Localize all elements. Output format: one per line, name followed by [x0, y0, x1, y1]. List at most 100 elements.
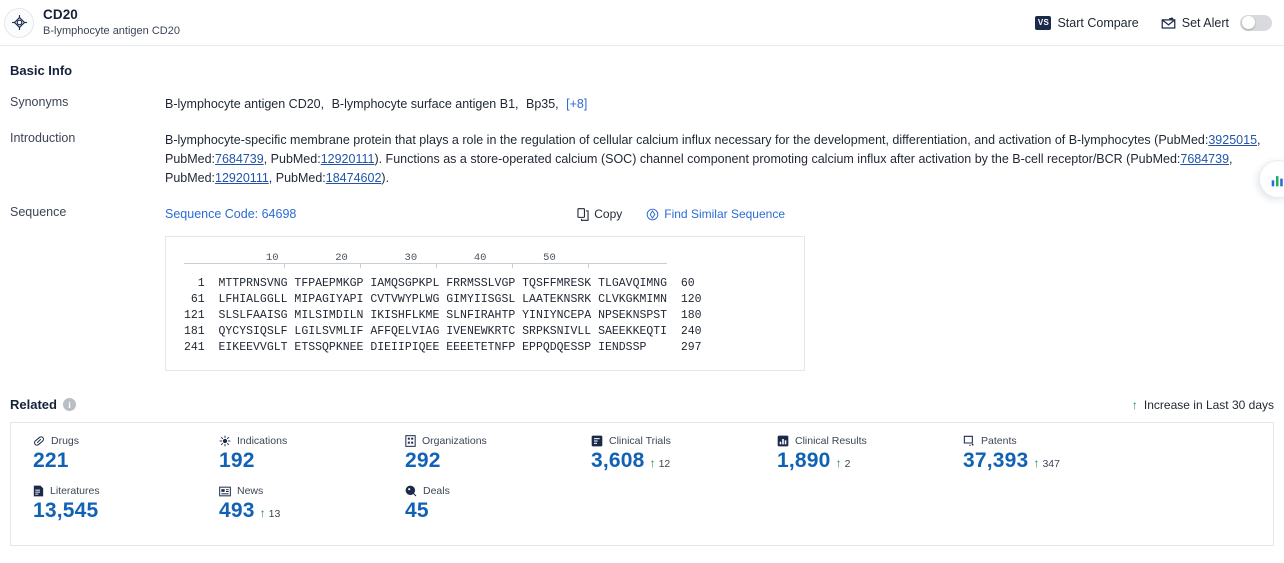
metric-label: Indications [237, 435, 288, 447]
metric-label: Clinical Results [795, 435, 867, 447]
metric-value[interactable]: 493 [219, 499, 255, 523]
metric-card-indications[interactable]: Indications 192 [197, 435, 383, 473]
ruler-tick [435, 263, 437, 268]
metric-label: Organizations [422, 435, 487, 447]
sequence-code-link[interactable]: Sequence Code: 64698 [165, 205, 296, 224]
metric-value[interactable]: 37,393 [963, 449, 1028, 473]
metric-head: News [219, 485, 383, 497]
literature-icon [33, 485, 44, 497]
sequence-row: 61 LFHIALGGLL MIPAGIYAPI CVTVWYPLWG GIMY… [184, 293, 702, 306]
sequence-row: 1 MTTPRNSVNG TFPAEPMKGP IAMQSGPKPL FRRMS… [184, 277, 695, 290]
ruler-tick [359, 263, 361, 268]
pubmed-link[interactable]: 12920111 [215, 171, 269, 185]
metric-delta: ↑ 12 [650, 456, 671, 470]
virus-icon [219, 435, 231, 447]
pubmed-link[interactable]: 3925015 [1208, 133, 1257, 147]
building-icon [405, 435, 416, 447]
metric-card-drugs[interactable]: Drugs 221 [11, 435, 197, 473]
related-metrics-card: Drugs 221 Indications 192 Organizations 292 Cl… [10, 422, 1274, 546]
metric-head: Patents [963, 435, 1127, 447]
metric-value-row: 13,545 [33, 499, 197, 523]
metric-label: News [237, 485, 264, 497]
metric-card-clinical-results[interactable]: Clinical Results 1,890 ↑ 2 [755, 435, 941, 473]
metric-card-literatures[interactable]: Literatures 13,545 [11, 485, 197, 523]
metric-value[interactable]: 45 [405, 499, 429, 523]
alert-bell-icon [1161, 16, 1176, 30]
synonym-item: B-lymphocyte antigen CD20, [165, 97, 325, 111]
toggle-knob [1241, 16, 1255, 29]
app-header: CD20 B-lymphocyte antigen CD20 VS Start … [0, 0, 1284, 46]
set-alert-button[interactable]: Set Alert [1161, 14, 1272, 31]
metric-card-deals[interactable]: Deals 45 [383, 485, 569, 523]
introduction-row: Introduction B-lymphocyte-specific membr… [10, 131, 1274, 188]
metric-value[interactable]: 13,545 [33, 499, 98, 523]
target-icon [4, 7, 34, 38]
clinical-result-icon [777, 435, 789, 447]
introduction-label: Introduction [10, 131, 76, 145]
pubmed-link[interactable]: 12920111 [321, 152, 375, 166]
arrow-up-icon: ↑ [259, 506, 266, 520]
metric-delta-value: 2 [844, 458, 851, 470]
start-compare-button[interactable]: VS Start Compare [1035, 15, 1139, 30]
ruler-tick [511, 263, 513, 268]
metric-value-row: 192 [219, 449, 383, 473]
metric-value[interactable]: 292 [405, 449, 441, 473]
metric-delta: ↑ 347 [1033, 456, 1060, 470]
sequence-row: 121 SLSLFAAISG MILSIMDILN IKISHFLKME SLN… [184, 309, 702, 322]
header-titles: CD20 B-lymphocyte antigen CD20 [43, 7, 180, 38]
metric-value[interactable]: 192 [219, 449, 255, 473]
metric-card-clinical-trials[interactable]: Clinical Trials 3,608 ↑ 12 [569, 435, 755, 473]
metric-value-row: 221 [33, 449, 197, 473]
metric-value[interactable]: 221 [33, 449, 69, 473]
metric-label: Patents [981, 435, 1017, 447]
metric-delta: ↑ 2 [836, 456, 851, 470]
sequence-label: Sequence [10, 205, 67, 219]
introduction-text: ). [381, 171, 390, 185]
page-subtitle: B-lymphocyte antigen CD20 [43, 25, 180, 38]
synonyms-more-link[interactable]: [+8] [566, 97, 587, 111]
start-compare-label: Start Compare [1057, 15, 1139, 30]
metric-delta: ↑ 13 [260, 506, 281, 520]
metric-grid: Drugs 221 Indications 192 Organizations 292 Cl… [11, 435, 1273, 535]
basic-info-title: Basic Info [10, 63, 73, 78]
sequence-row: Sequence Sequence Code: 64698 Copy Find … [10, 205, 1274, 371]
metric-delta-value: 12 [658, 458, 671, 470]
metric-value[interactable]: 3,608 [591, 449, 645, 473]
find-similar-label: Find Similar Sequence [664, 207, 785, 221]
metric-label: Clinical Trials [609, 435, 671, 447]
set-alert-toggle[interactable] [1240, 14, 1272, 31]
clinical-trial-icon [591, 435, 603, 447]
info-icon[interactable]: i [62, 398, 76, 411]
introduction-value: B-lymphocyte-specific membrane protein t… [165, 131, 1274, 188]
arrow-up-icon: ↑ [1033, 456, 1040, 470]
pubmed-link[interactable]: 18474602 [326, 171, 382, 185]
metric-head: Indications [219, 435, 383, 447]
header-actions: VS Start Compare Set Alert [1035, 14, 1272, 31]
metric-value-row: 493 ↑ 13 [219, 499, 383, 523]
metric-head: Deals [405, 485, 569, 497]
sequence-header: Sequence Code: 64698 Copy Find Similar S… [165, 205, 1274, 224]
pubmed-link[interactable]: 7684739 [1180, 152, 1229, 166]
find-similar-sequence-button[interactable]: Find Similar Sequence [646, 205, 785, 224]
news-icon [219, 486, 231, 497]
page-title: CD20 [43, 6, 78, 22]
metric-value[interactable]: 1,890 [777, 449, 831, 473]
introduction-text: , PubMed: [263, 152, 321, 166]
sequence-row: 241 EIKEEVVGLT ETSSQPKNEE DIEIIPIQEE EEE… [184, 341, 702, 354]
sequence-body: Sequence Code: 64698 Copy Find Similar S… [165, 205, 1274, 371]
metric-value-row: 3,608 ↑ 12 [591, 449, 755, 473]
bar-chart-icon [1270, 171, 1284, 188]
synonyms-value: B-lymphocyte antigen CD20, B-lymphocyte … [165, 95, 1274, 114]
metric-card-patents[interactable]: Patents 37,393 ↑ 347 [941, 435, 1127, 473]
metric-card-news[interactable]: News 493 ↑ 13 [197, 485, 383, 523]
metric-card-organizations[interactable]: Organizations 292 [383, 435, 569, 473]
copy-button[interactable]: Copy [577, 205, 622, 224]
pubmed-link[interactable]: 7684739 [215, 152, 264, 166]
pill-icon [33, 435, 45, 447]
metric-label: Deals [423, 485, 450, 497]
sequence-rows: 1 MTTPRNSVNG TFPAEPMKGP IAMQSGPKPL FRRMS… [184, 276, 786, 356]
set-alert-label: Set Alert [1181, 15, 1229, 30]
page-content: Basic Info Synonyms B-lymphocyte antigen… [0, 63, 1284, 546]
metric-value-row: 37,393 ↑ 347 [963, 449, 1127, 473]
increase-legend: ↑ Increase in Last 30 days [1132, 398, 1274, 412]
